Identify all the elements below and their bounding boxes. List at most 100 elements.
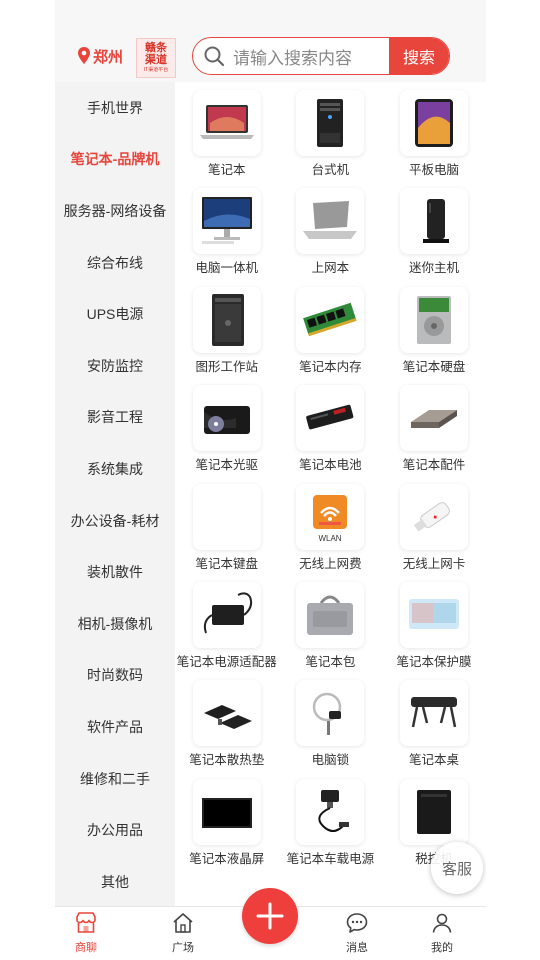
product-category-tile[interactable]: 台式机 bbox=[279, 90, 383, 188]
category-sidebar: 手机世界 笔记本-品牌机 服务器-网络设备 综合布线 UPS电源 安防监控 影音工程 系统集成… bbox=[55, 82, 175, 906]
product-thumbnail bbox=[399, 680, 468, 747]
sidebar-item[interactable]: 时尚数码 bbox=[55, 650, 175, 702]
product-category-tile[interactable]: 笔记本光驱 bbox=[175, 385, 279, 483]
sidebar-item[interactable]: 综合布线 bbox=[55, 237, 175, 289]
sidebar-item[interactable]: 安防监控 bbox=[55, 340, 175, 392]
product-category-tile[interactable]: 笔记本配件 bbox=[382, 385, 486, 483]
netbook-icon bbox=[303, 201, 358, 240]
product-grid: 笔记本 台式机 平板电脑 电脑一体机 上网本 迷你主机 图形工作站 笔记本内存 笔记本硬盘 笔记本… bbox=[175, 82, 486, 877]
optical-drive-icon bbox=[203, 406, 250, 435]
sidebar-item[interactable]: 系统集成 bbox=[55, 443, 175, 495]
ram-icon bbox=[303, 302, 357, 337]
product-category-tile[interactable]: 笔记本液晶屏 bbox=[175, 778, 279, 877]
location-selector[interactable]: 郑州 bbox=[77, 44, 123, 68]
location-label: 郑州 bbox=[93, 48, 124, 66]
product-category-label: 笔记本散热垫 bbox=[189, 753, 265, 768]
cooling-pad-icon bbox=[203, 705, 252, 730]
product-category-label: 笔记本内存 bbox=[299, 359, 362, 374]
usb-modem-icon: ◆ bbox=[413, 501, 450, 532]
product-category-label: 笔记本配件 bbox=[402, 458, 466, 473]
product-category-label: 笔记本车载电源 bbox=[286, 851, 375, 866]
product-category-tile[interactable]: 上网本 bbox=[279, 188, 383, 286]
tab-shop-chat[interactable]: 商聊 bbox=[56, 911, 116, 955]
plus-icon bbox=[256, 902, 284, 930]
product-thumbnail bbox=[399, 778, 468, 845]
product-category-tile[interactable]: 笔记本内存 bbox=[279, 286, 383, 385]
tab-label: 商聊 bbox=[75, 942, 97, 954]
product-thumbnail bbox=[296, 581, 365, 648]
product-category-label: 笔记本包 bbox=[305, 654, 356, 669]
product-grid-area: 笔记本 台式机 平板电脑 电脑一体机 上网本 迷你主机 图形工作站 笔记本内存 笔记本硬盘 笔记本… bbox=[175, 82, 486, 906]
tab-label: 我的 bbox=[431, 942, 453, 954]
tab-profile[interactable]: 我的 bbox=[412, 911, 472, 955]
product-category-tile[interactable]: 笔记本硬盘 bbox=[382, 286, 486, 385]
product-category-tile[interactable]: 笔记本包 bbox=[279, 581, 383, 680]
product-thumbnail bbox=[192, 385, 261, 452]
search-bar[interactable]: 请输入搜索内容 搜索 bbox=[192, 37, 450, 75]
product-category-label: 电脑锁 bbox=[311, 753, 350, 768]
product-thumbnail bbox=[192, 188, 261, 255]
product-category-label: 笔记本桌 bbox=[408, 753, 459, 768]
tax-device-icon bbox=[416, 789, 451, 834]
hard-drive-icon bbox=[416, 295, 451, 344]
message-icon bbox=[346, 913, 368, 933]
sidebar-item[interactable]: 相机-摄像机 bbox=[55, 598, 175, 650]
product-category-label: 上网本 bbox=[311, 261, 350, 276]
all-in-one-icon bbox=[201, 197, 252, 245]
keyboard-film-icon bbox=[408, 598, 459, 629]
tab-square[interactable]: 广场 bbox=[153, 911, 213, 955]
product-category-tile[interactable]: 笔记本散热垫 bbox=[175, 680, 279, 778]
product-category-tile[interactable]: 图形工作站 bbox=[175, 286, 279, 385]
product-category-tile[interactable]: WLAN 无线上网费 bbox=[279, 483, 383, 582]
product-thumbnail bbox=[399, 90, 468, 156]
sidebar-item[interactable]: 服务器-网络设备 bbox=[55, 185, 175, 237]
search-button[interactable]: 搜索 bbox=[389, 38, 449, 74]
product-thumbnail bbox=[296, 90, 365, 156]
cable-lock-icon bbox=[313, 693, 342, 736]
sidebar-item[interactable]: 其他 bbox=[55, 856, 175, 908]
product-category-tile[interactable]: 电脑锁 bbox=[279, 680, 383, 778]
tab-messages[interactable]: 消息 bbox=[327, 911, 387, 955]
wlan-badge-text: WLAN bbox=[319, 534, 342, 543]
sidebar-item[interactable]: 维修和二手 bbox=[55, 753, 175, 805]
product-category-tile[interactable]: 电脑一体机 bbox=[175, 188, 279, 286]
product-thumbnail bbox=[296, 385, 365, 452]
product-thumbnail bbox=[399, 581, 468, 648]
laptop-bag-icon bbox=[307, 595, 354, 635]
product-category-tile[interactable]: 笔记本电源适配器 bbox=[175, 581, 279, 680]
product-category-tile[interactable]: 笔记本车载电源 bbox=[279, 778, 383, 877]
product-category-label: 笔记本 bbox=[208, 163, 246, 177]
sidebar-item[interactable]: 手机世界 bbox=[55, 82, 175, 134]
product-category-tile[interactable]: 笔记本保护膜 bbox=[382, 581, 486, 680]
customer-service-button[interactable]: 客服 bbox=[431, 842, 483, 894]
product-category-tile[interactable]: 迷你主机 bbox=[382, 188, 486, 286]
product-category-tile[interactable]: 笔记本 bbox=[175, 90, 279, 188]
accessory-icon bbox=[410, 410, 457, 429]
search-input[interactable]: 请输入搜索内容 bbox=[233, 44, 389, 69]
car-charger-icon bbox=[318, 789, 350, 832]
sidebar-item[interactable]: 办公设备-耗材 bbox=[55, 495, 175, 547]
publish-button[interactable] bbox=[242, 888, 298, 944]
product-thumbnail bbox=[399, 188, 468, 255]
product-category-tile[interactable]: ◆ 无线上网卡 bbox=[382, 483, 486, 582]
product-category-tile[interactable]: 笔记本键盘 bbox=[175, 483, 279, 582]
sidebar-item[interactable]: 影音工程 bbox=[55, 392, 175, 444]
shop-icon bbox=[76, 912, 96, 933]
laptop-desk-icon bbox=[410, 697, 457, 728]
battery-icon bbox=[306, 404, 354, 430]
home-icon bbox=[173, 913, 193, 933]
header: 郑州 赣条 渠道 IT渠道平台 请输入搜索内容 搜索 bbox=[55, 0, 486, 82]
product-category-tile[interactable]: 平板电脑 bbox=[382, 90, 486, 188]
product-category-label: 平板电脑 bbox=[408, 163, 459, 177]
product-thumbnail bbox=[192, 286, 261, 353]
logo-text-line2: 渠道 bbox=[145, 53, 167, 66]
product-category-tile[interactable]: 笔记本桌 bbox=[382, 680, 486, 778]
sidebar-item[interactable]: 软件产品 bbox=[55, 701, 175, 753]
product-thumbnail bbox=[399, 385, 468, 452]
sidebar-item[interactable]: 办公用品 bbox=[55, 804, 175, 856]
sidebar-item[interactable]: UPS电源 bbox=[55, 288, 175, 340]
sidebar-item[interactable]: 笔记本-品牌机 bbox=[55, 133, 175, 186]
product-category-tile[interactable]: 笔记本电池 bbox=[279, 385, 383, 483]
sidebar-item[interactable]: 装机散件 bbox=[55, 546, 175, 598]
wlan-icon: WLAN bbox=[313, 494, 348, 543]
